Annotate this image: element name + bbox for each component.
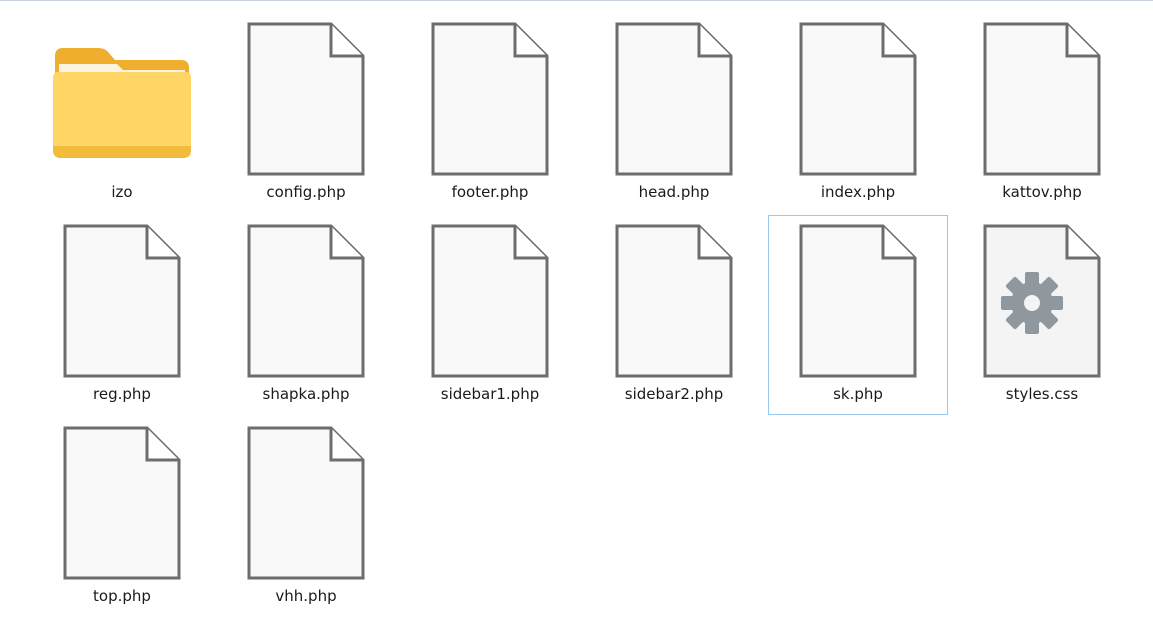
file-tile-config-php[interactable]: config.php <box>216 13 396 213</box>
file-name-label: config.php <box>266 183 346 201</box>
file-name-label: sidebar1.php <box>440 385 540 403</box>
file-name-label: index.php <box>820 183 896 201</box>
file-grid: izo config.php footer.php head.php index <box>32 13 1134 619</box>
file-tile-footer-php[interactable]: footer.php <box>400 13 580 213</box>
file-icon <box>401 20 579 178</box>
file-tile-kattov-php[interactable]: kattov.php <box>952 13 1132 213</box>
file-icon <box>217 20 395 178</box>
file-name-label: reg.php <box>93 385 151 403</box>
file-name-label: sidebar2.php <box>624 385 724 403</box>
file-name-label: top.php <box>93 587 151 605</box>
file-tile-reg-php[interactable]: reg.php <box>32 215 212 415</box>
file-name-label: sk.php <box>833 385 883 403</box>
folder-icon <box>33 20 211 178</box>
file-icon <box>585 222 763 380</box>
file-icon <box>769 222 947 380</box>
gear-icon <box>1001 272 1063 334</box>
file-name-label: head.php <box>638 183 710 201</box>
file-tile-izo[interactable]: izo <box>32 13 212 213</box>
file-tile-sidebar2-php[interactable]: sidebar2.php <box>584 215 764 415</box>
gear-file-icon <box>953 222 1131 380</box>
file-name-label: footer.php <box>451 183 529 201</box>
file-tile-index-php[interactable]: index.php <box>768 13 948 213</box>
file-name-label: kattov.php <box>1002 183 1082 201</box>
file-icon <box>401 222 579 380</box>
file-view-pane[interactable]: izo config.php footer.php head.php index <box>0 0 1153 636</box>
file-tile-head-php[interactable]: head.php <box>584 13 764 213</box>
file-icon <box>33 222 211 380</box>
file-icon <box>33 424 211 582</box>
file-name-label: izo <box>111 183 133 201</box>
file-name-label: styles.css <box>1005 385 1079 403</box>
file-name-label: shapka.php <box>262 385 350 403</box>
file-tile-vhh-php[interactable]: vhh.php <box>216 417 396 617</box>
file-icon <box>217 424 395 582</box>
file-tile-shapka-php[interactable]: shapka.php <box>216 215 396 415</box>
file-tile-styles-css[interactable]: styles.css <box>952 215 1132 415</box>
file-tile-sidebar1-php[interactable]: sidebar1.php <box>400 215 580 415</box>
file-icon <box>769 20 947 178</box>
file-icon <box>585 20 763 178</box>
file-icon <box>217 222 395 380</box>
file-tile-top-php[interactable]: top.php <box>32 417 212 617</box>
file-icon <box>953 20 1131 178</box>
file-name-label: vhh.php <box>275 587 337 605</box>
file-tile-sk-php[interactable]: sk.php <box>768 215 948 415</box>
